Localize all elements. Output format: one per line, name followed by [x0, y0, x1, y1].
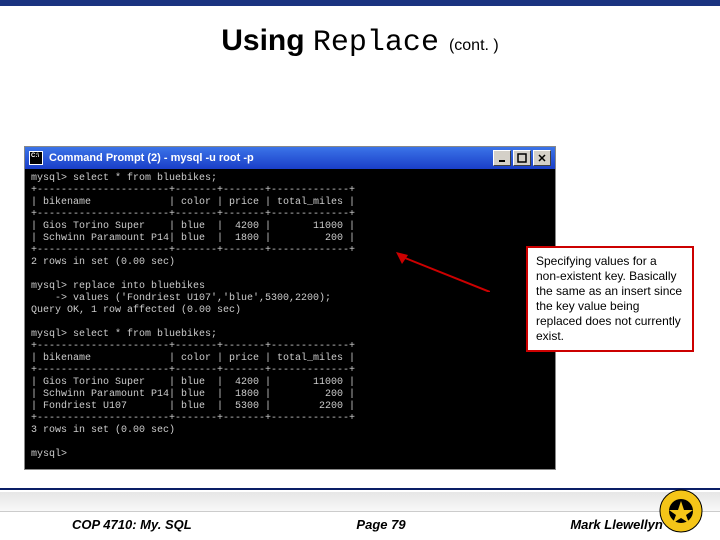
- footer-page: Page 79: [356, 517, 405, 532]
- terminal-titlebar: Command Prompt (2) - mysql -u root -p: [25, 147, 555, 169]
- minimize-icon: [497, 153, 507, 163]
- title-main: Using Replace: [221, 24, 439, 60]
- terminal-body: mysql> select * from bluebikes; +-------…: [25, 169, 555, 469]
- callout-box: Specifying values for a non-existent key…: [526, 246, 694, 352]
- close-icon: [537, 153, 547, 163]
- footer-course: COP 4710: My. SQL: [72, 517, 192, 532]
- maximize-button[interactable]: [513, 150, 531, 166]
- footer: COP 4710: My. SQL Page 79 Mark Llewellyn…: [0, 488, 720, 540]
- title-cont: (cont. ): [449, 37, 499, 55]
- school-logo: [658, 488, 704, 534]
- slide-title: Using Replace (cont. ): [0, 24, 720, 60]
- callout-text: Specifying values for a non-existent key…: [536, 254, 682, 343]
- terminal-window: Command Prompt (2) - mysql -u root -p my…: [24, 146, 556, 470]
- top-accent-bar: [0, 0, 720, 6]
- terminal-title-text: Command Prompt (2) - mysql -u root -p: [49, 152, 254, 164]
- maximize-icon: [517, 153, 527, 163]
- minimize-button[interactable]: [493, 150, 511, 166]
- title-prefix: Using: [221, 24, 313, 57]
- close-button[interactable]: [533, 150, 551, 166]
- cmd-icon: [29, 151, 43, 165]
- title-code: Replace: [313, 26, 439, 60]
- footer-band: [0, 492, 720, 512]
